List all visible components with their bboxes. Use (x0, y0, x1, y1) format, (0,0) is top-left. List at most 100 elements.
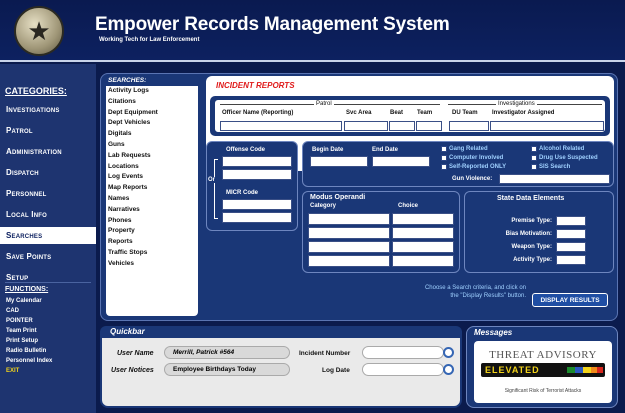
user-notices-value[interactable]: Employee Birthdays Today (164, 363, 290, 376)
mo-choice-input-2[interactable] (392, 227, 454, 239)
gun-violence-label: Gun Violence: (452, 176, 493, 182)
nav-save-points[interactable]: Save Points (6, 248, 94, 265)
category-label: Category (310, 203, 337, 209)
col-team: Team (417, 110, 433, 116)
mo-choice-input-1[interactable] (392, 213, 454, 225)
func-personnel-index[interactable]: Personnel Index (6, 358, 52, 364)
search-item-traffic-stops[interactable]: Traffic Stops (108, 249, 147, 256)
end-date-input[interactable] (372, 156, 430, 167)
col-beat: Beat (390, 110, 404, 116)
search-item-dept-equipment[interactable]: Dept Equipment (108, 109, 158, 116)
search-item-locations[interactable]: Locations (108, 163, 139, 170)
func-cad[interactable]: CAD (6, 308, 19, 314)
search-item-reports[interactable]: Reports (108, 238, 133, 245)
state-data-heading: State Data Elements (497, 195, 565, 202)
app-header: ★ Empower Records Management System Work… (0, 0, 625, 62)
mo-choice-input-4[interactable] (392, 255, 454, 267)
threat-color-red (597, 367, 603, 373)
computer-involved-checkbox[interactable]: Computer Involved (441, 155, 503, 161)
search-item-names[interactable]: Names (108, 195, 129, 202)
begin-date-input[interactable] (310, 156, 368, 167)
alcohol-related-checkbox[interactable]: Alcohol Related (531, 146, 584, 152)
offense-code-label: Offense Code (226, 147, 266, 153)
log-date-label: Log Date (322, 367, 350, 374)
du-team-input[interactable] (449, 121, 489, 131)
search-item-property[interactable]: Property (108, 227, 135, 234)
investigator-input[interactable] (490, 121, 604, 131)
search-item-guns[interactable]: Guns (108, 141, 125, 148)
nav-investigations[interactable]: Investigations (6, 101, 94, 118)
func-pointer[interactable]: POINTER (6, 318, 33, 324)
user-name-value: Merrill, Patrick #564 (164, 346, 290, 359)
search-item-dept-vehicles[interactable]: Dept Vehicles (108, 119, 150, 126)
nav-administration[interactable]: Administration (6, 143, 94, 160)
choice-label: Choice (398, 203, 419, 209)
micr-code-input-1[interactable] (222, 199, 292, 210)
premise-type-input[interactable] (556, 216, 586, 226)
col-investigator: Investigator Assigned (492, 110, 555, 116)
bias-motivation-label: Bias Motivation: (505, 231, 552, 237)
incident-number-input[interactable] (362, 346, 444, 359)
threat-color-yellow (583, 367, 591, 373)
weapon-type-input[interactable] (556, 242, 586, 252)
nav-dispatch[interactable]: Dispatch (6, 164, 94, 181)
begin-date-label: Begin Date (312, 147, 344, 153)
func-exit[interactable]: EXIT (6, 368, 19, 374)
end-date-label: End Date (372, 147, 399, 153)
func-radio-bulletin[interactable]: Radio Bulletin (6, 348, 46, 354)
search-item-log-events[interactable]: Log Events (108, 173, 143, 180)
search-instructions: Choose a Search criteria, and click on t… (424, 285, 526, 299)
mo-choice-input-3[interactable] (392, 241, 454, 253)
svc-area-input[interactable] (344, 121, 388, 131)
log-date-search-icon[interactable] (443, 364, 454, 375)
log-date-input[interactable] (362, 363, 444, 376)
activity-type-input[interactable] (556, 255, 586, 265)
mo-category-input-1[interactable] (308, 213, 390, 225)
search-item-activity-logs[interactable]: Activity Logs (108, 87, 149, 94)
self-reported-checkbox[interactable]: Self-Reported ONLY (441, 164, 506, 170)
mo-category-input-3[interactable] (308, 241, 390, 253)
incident-search-icon[interactable] (443, 347, 454, 358)
search-item-phones[interactable]: Phones (108, 217, 131, 224)
categories-heading: CATEGORIES: (5, 86, 67, 96)
func-print-setup[interactable]: Print Setup (6, 338, 38, 344)
offense-code-input-1[interactable] (222, 156, 292, 167)
or-label: Or (208, 177, 216, 183)
display-results-button[interactable]: DISPLAY RESULTS (532, 293, 608, 307)
offense-code-input-2[interactable] (222, 169, 292, 180)
func-team-print[interactable]: Team Print (6, 328, 37, 334)
beat-input[interactable] (389, 121, 415, 131)
micr-code-input-2[interactable] (222, 212, 292, 223)
gun-violence-input[interactable] (499, 174, 610, 184)
search-item-citations[interactable]: Citations (108, 98, 136, 105)
search-item-digitals[interactable]: Digitals (108, 130, 131, 137)
bias-motivation-input[interactable] (556, 229, 586, 239)
mo-category-input-2[interactable] (308, 227, 390, 239)
drug-use-checkbox[interactable]: Drug Use Suspected (531, 155, 598, 161)
nav-patrol[interactable]: Patrol (6, 122, 94, 139)
sis-search-checkbox[interactable]: SIS Search (531, 164, 570, 170)
nav-personnel[interactable]: Personnel (6, 185, 94, 202)
weapon-type-label: Weapon Type: (511, 244, 552, 250)
app-subtitle: Working Tech for Law Enforcement (99, 37, 200, 43)
app-title: Empower Records Management System (95, 14, 450, 35)
func-my-calendar[interactable]: My Calendar (6, 298, 42, 304)
messages-title: Messages (474, 328, 513, 337)
user-name-label: User Name (117, 350, 154, 357)
officer-name-input[interactable] (220, 121, 342, 131)
search-item-map-reports[interactable]: Map Reports (108, 184, 147, 191)
mo-category-input-4[interactable] (308, 255, 390, 267)
threat-advisory-text: Significant Risk of Terrorist Attacks (504, 388, 582, 394)
gang-related-checkbox[interactable]: Gang Related (441, 146, 488, 152)
nav-divider (5, 282, 91, 283)
nav-setup[interactable]: Setup (6, 269, 94, 286)
search-item-vehicles[interactable]: Vehicles (108, 260, 134, 267)
investigations-label: Investigations (496, 101, 537, 107)
premise-type-label: Premise Type: (511, 218, 552, 224)
threat-level-text: ELEVATED (485, 365, 540, 375)
nav-local-info[interactable]: Local Info (6, 206, 94, 223)
nav-searches[interactable]: Searches (0, 227, 96, 244)
search-item-narratives[interactable]: Narratives (108, 206, 140, 213)
search-item-lab-requests[interactable]: Lab Requests (108, 152, 151, 159)
team-input[interactable] (416, 121, 442, 131)
